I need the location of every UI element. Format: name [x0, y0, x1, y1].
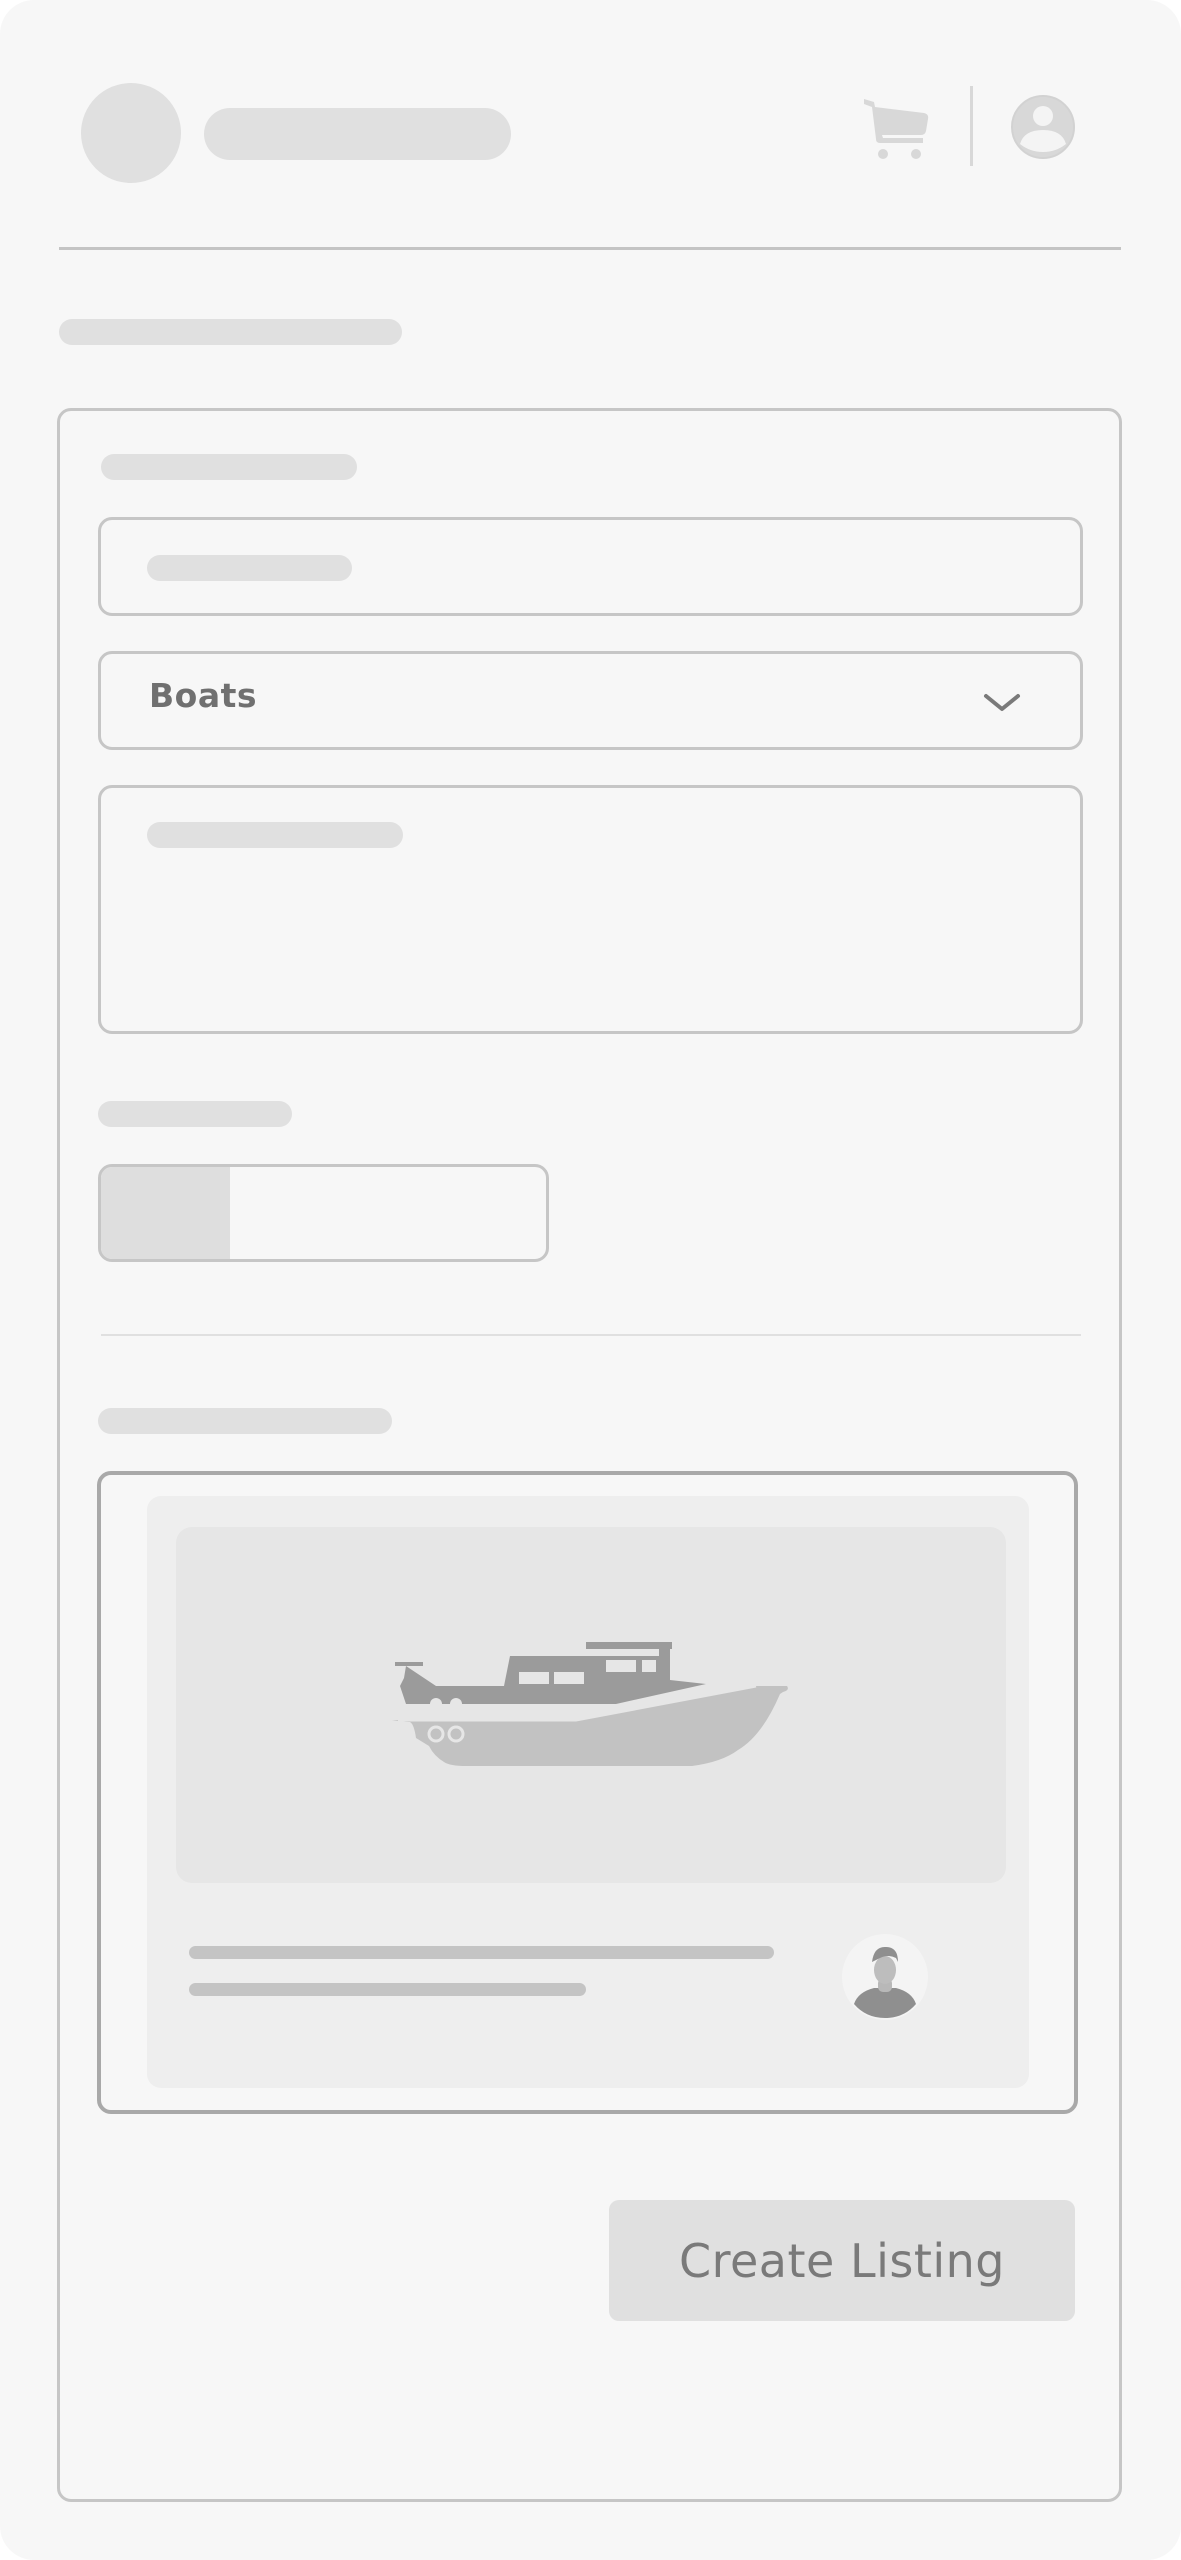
preview-title-line [189, 1946, 774, 1959]
category-select[interactable]: Boats [98, 651, 1083, 750]
description-textarea[interactable] [98, 785, 1083, 1034]
form-section-divider [101, 1334, 1081, 1336]
category-select-value: Boats [149, 676, 258, 715]
title-input[interactable] [98, 517, 1083, 616]
preview-subtitle-line [189, 1983, 586, 1996]
price-label-placeholder [98, 1101, 292, 1127]
page-title-placeholder [59, 319, 402, 345]
brand-name-placeholder [204, 108, 511, 160]
app-screen: Boats Create Listing [0, 0, 1181, 2560]
textarea-placeholder [147, 822, 403, 848]
logo-placeholder[interactable] [81, 83, 181, 183]
form-label-placeholder [101, 454, 357, 480]
boat-image [392, 1642, 788, 1766]
shopping-cart-icon[interactable] [858, 94, 936, 164]
input-placeholder [147, 555, 352, 581]
preview-label-placeholder [98, 1408, 392, 1434]
price-input[interactable] [98, 1164, 549, 1262]
chevron-down-icon [984, 694, 1020, 711]
create-listing-button[interactable]: Create Listing [609, 2200, 1075, 2321]
user-avatar-icon[interactable] [1010, 94, 1076, 160]
seller-avatar-icon [842, 1934, 928, 2020]
price-currency-segment [101, 1167, 230, 1259]
header-separator [59, 247, 1121, 250]
header-divider [970, 86, 973, 166]
